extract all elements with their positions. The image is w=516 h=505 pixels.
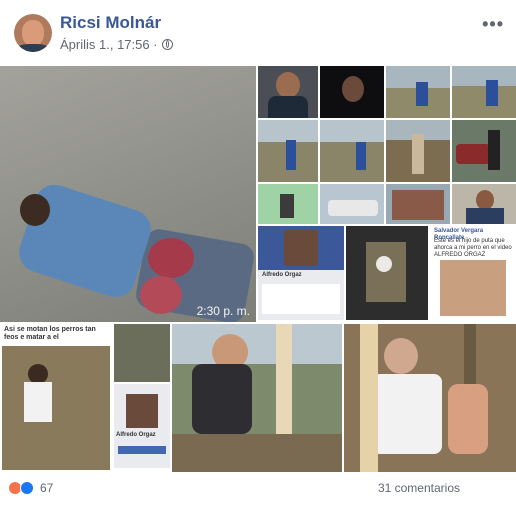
profile-screenshot[interactable]: Alfredo Orgaz (258, 226, 344, 320)
globe-icon (161, 39, 173, 50)
post-timestamp[interactable]: Április 1., 17:56 · (60, 37, 158, 52)
main-photo[interactable]: 2:30 p. m. (0, 66, 256, 322)
avatar-face (22, 20, 44, 46)
grid-photo[interactable] (320, 120, 384, 182)
grid-photo[interactable] (258, 184, 318, 224)
photo-detail (140, 276, 182, 314)
bottom-right-photo[interactable] (344, 324, 516, 472)
grid-photo[interactable] (452, 120, 516, 182)
post-meta: Április 1., 17:56 · (60, 37, 173, 52)
like-reaction-icon (20, 481, 34, 495)
avatar-shirt (16, 44, 50, 52)
author-name[interactable]: Ricsi Molnár (60, 13, 161, 33)
screenshot-text: Este es el hijo de puta que ahorca a mi … (434, 238, 512, 258)
grid-photo[interactable] (320, 66, 384, 118)
grid-photo[interactable] (258, 66, 318, 118)
photo-time-overlay: 2:30 p. m. (196, 304, 250, 318)
photo-figure-head (20, 194, 50, 226)
photo-detail (148, 238, 194, 278)
grid-photo[interactable] (452, 184, 516, 224)
bottom-left-photo[interactable]: Asi se motan los perros tan feos e matar… (0, 324, 170, 472)
profile-name: Alfredo Orgaz (262, 272, 302, 278)
more-options-button[interactable]: ••• (482, 14, 504, 35)
post-footer: 67 31 comentarios (0, 473, 516, 505)
video-screenshot[interactable] (346, 226, 428, 320)
bottom-middle-photo[interactable] (172, 324, 342, 472)
grid-photo[interactable] (386, 120, 450, 182)
comments-count[interactable]: 31 comentarios (378, 481, 460, 495)
reaction-count[interactable]: 67 (40, 481, 53, 495)
post-card: Ricsi Molnár Április 1., 17:56 · ••• 2:3… (0, 0, 516, 505)
bottom-profile-name: Alfredo Orgaz (116, 432, 156, 438)
grid-photo[interactable] (320, 184, 384, 224)
grid-photo[interactable] (386, 184, 450, 224)
grid-photo[interactable] (452, 66, 516, 118)
reactions[interactable]: 67 (8, 481, 53, 495)
post-screenshot[interactable]: Salvador Vergara Roncallate Este es el h… (430, 226, 516, 320)
grid-photo[interactable] (258, 120, 318, 182)
grid-photo[interactable] (386, 66, 450, 118)
avatar[interactable] (14, 14, 52, 52)
bottom-caption: Asi se motan los perros tan feos e matar… (4, 326, 96, 341)
